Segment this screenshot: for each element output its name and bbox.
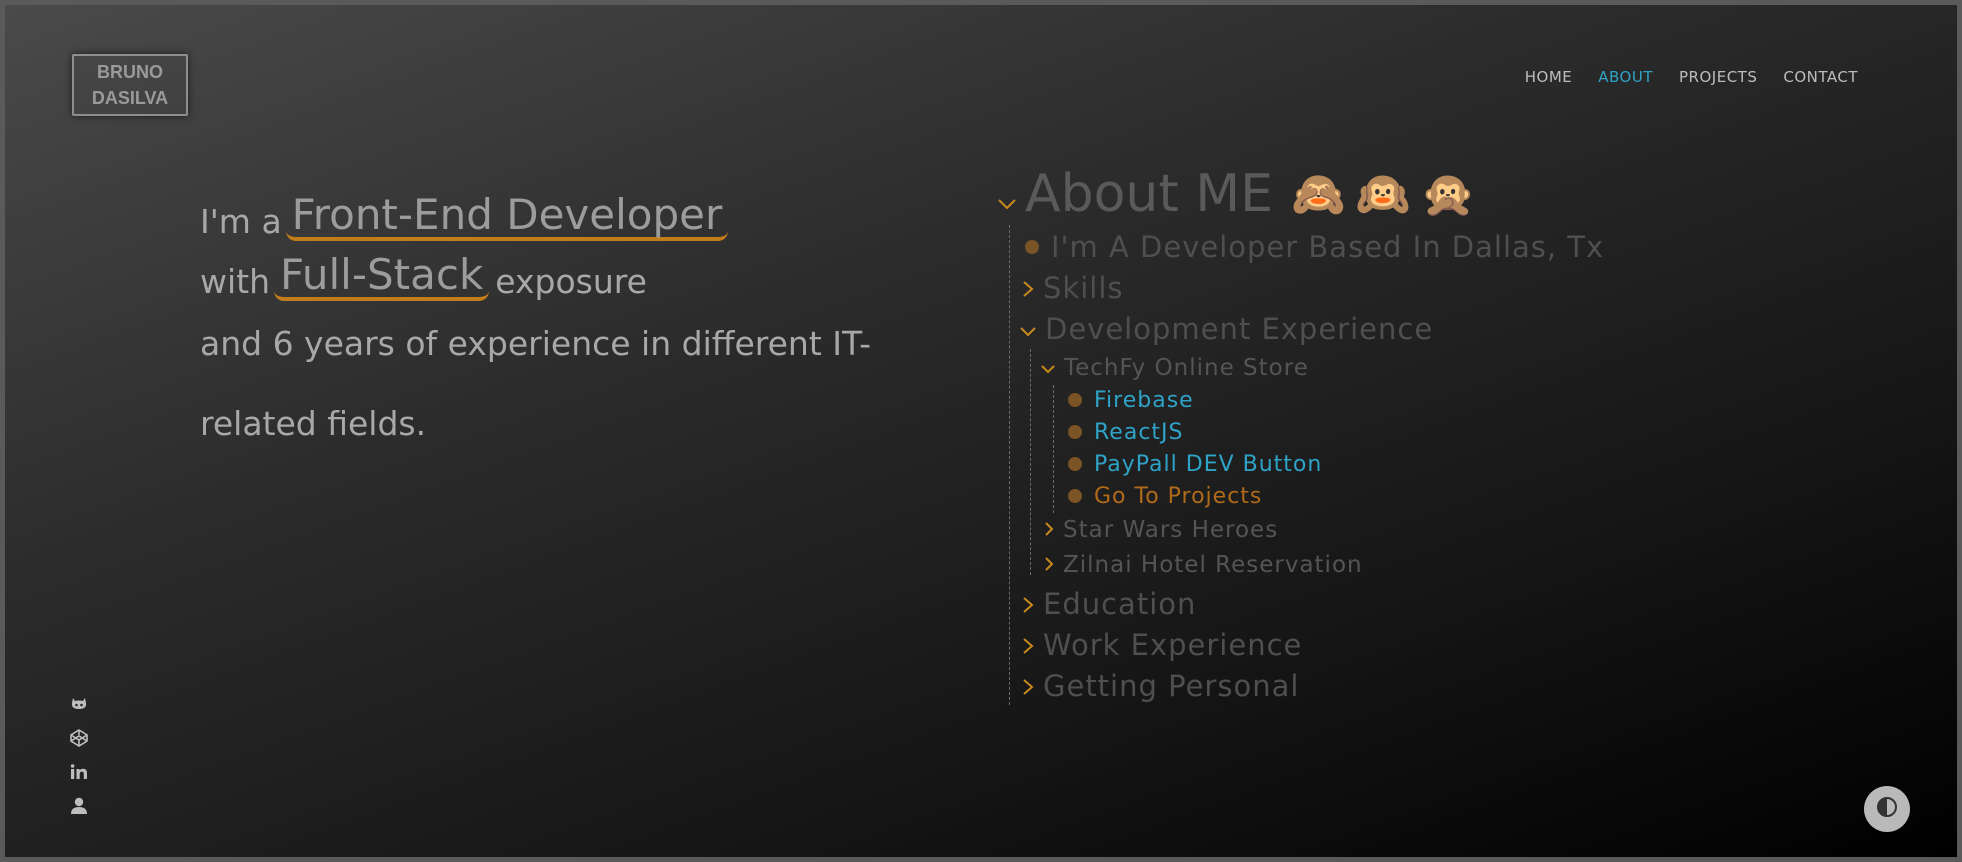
dev-branch-line [1030,349,1031,575]
personal-label: Getting Personal [1043,669,1300,703]
paypal-link[interactable]: PayPall DEV Button [1094,452,1322,477]
firebase-link[interactable]: Firebase [1094,388,1194,413]
intro-with: with [200,262,271,301]
chevron-right-icon [1043,517,1055,543]
logo-last-name: DASILVA [91,88,169,108]
about-location: I'm A Developer Based In Dallas, Tx [1025,229,1604,265]
chevron-down-icon [997,164,1017,224]
education-label: Education [1043,587,1197,621]
techfy-label: TechFy Online Store [1064,355,1309,381]
reactjs-link[interactable]: ReactJS [1094,420,1184,445]
work-label: Work Experience [1043,628,1303,662]
about-tree: About ME 🙈🙉🙊 I'm A Developer Based In Da… [997,163,1603,705]
tree-item-work[interactable]: Work Experience [1021,627,1302,663]
bullet-icon [1025,240,1039,254]
social-links [68,695,90,815]
chevron-right-icon [1021,628,1035,662]
chevron-right-icon [1021,271,1035,305]
techfy-branch-line [1053,385,1054,513]
monkey-emoji: 🙈🙉🙊 [1291,169,1486,220]
chevron-right-icon [1043,552,1055,578]
intro-line-4: related fields. [200,404,427,443]
main-nav: HOME ABOUT PROJECTS CONTACT [1525,68,1858,86]
about-title-row[interactable]: About ME 🙈🙉🙊 [997,163,1485,225]
page: BRUNO DASILVA HOME ABOUT PROJECTS CONTAC… [5,5,1957,857]
tree-item-zilnai[interactable]: Zilnai Hotel Reservation [1043,550,1363,580]
location-text: I'm A Developer Based In Dallas, Tx [1051,230,1605,264]
stack-highlight: Full-Stack [274,253,490,301]
bullet-icon [1068,457,1082,471]
github-icon[interactable] [68,695,90,713]
chevron-down-icon [1040,355,1056,381]
logo-first-name: BRUNO [97,62,163,82]
codepen-icon[interactable] [68,729,90,747]
bullet-icon [1068,489,1082,503]
nav-projects[interactable]: PROJECTS [1679,68,1757,86]
intro-line-1: I'm a Front-End Developer [200,181,920,241]
tree-item-skills[interactable]: Skills [1021,270,1123,306]
nav-home[interactable]: HOME [1525,68,1573,86]
skills-label: Skills [1043,271,1124,305]
contrast-icon [1876,796,1898,822]
chevron-right-icon [1021,669,1035,703]
nav-about[interactable]: ABOUT [1598,68,1653,86]
role-highlight: Front-End Developer [285,193,729,241]
tree-item-techfy[interactable]: TechFy Online Store [1040,353,1309,383]
tree-item-star-wars[interactable]: Star Wars Heroes [1043,515,1278,545]
about-branch-line [1009,225,1010,705]
bullet-icon [1068,425,1082,439]
project-item-reactjs[interactable]: ReactJS [1068,417,1184,447]
linkedin-icon[interactable] [68,763,90,781]
user-icon[interactable] [68,797,90,815]
logo[interactable]: BRUNO DASILVA [72,54,188,116]
intro-prefix: I'm a [200,202,282,241]
chevron-right-icon [1021,587,1035,621]
about-title: About ME [1025,164,1273,224]
bullet-icon [1068,393,1082,407]
intro-exposure: exposure [495,262,647,301]
dev-experience-label: Development Experience [1045,312,1434,346]
tree-item-dev-experience[interactable]: Development Experience [1019,311,1433,347]
theme-toggle-button[interactable] [1864,786,1910,832]
star-wars-label: Star Wars Heroes [1063,517,1279,543]
project-item-firebase[interactable]: Firebase [1068,385,1194,415]
intro-text: I'm a Front-End Developer with Full-Stac… [200,181,920,444]
go-to-projects-link[interactable]: Go To Projects [1094,484,1262,509]
nav-contact[interactable]: CONTACT [1783,68,1858,86]
tree-item-education[interactable]: Education [1021,586,1196,622]
project-item-go-to-projects[interactable]: Go To Projects [1068,481,1262,511]
zilnai-label: Zilnai Hotel Reservation [1063,552,1363,578]
intro-line-2: with Full-Stack exposure [200,241,920,301]
intro-line-3: and 6 years of experience in different I… [200,324,872,363]
chevron-down-icon [1019,312,1037,346]
project-item-paypal[interactable]: PayPall DEV Button [1068,449,1322,479]
tree-item-personal[interactable]: Getting Personal [1021,668,1299,704]
